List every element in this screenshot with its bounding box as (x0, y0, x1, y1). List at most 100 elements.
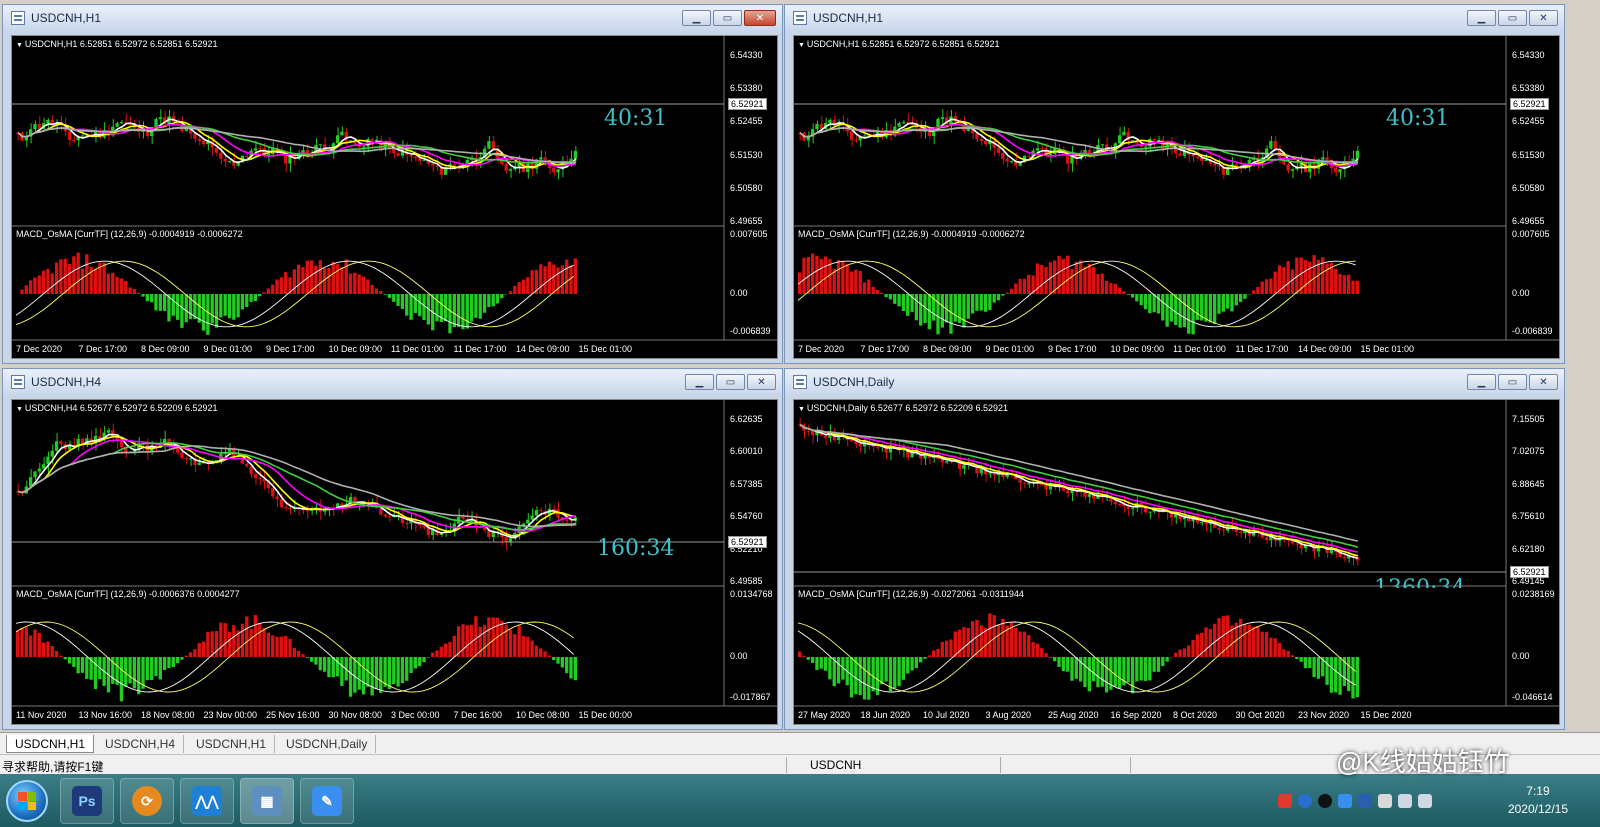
bar-countdown-timer: 160:34 (597, 536, 675, 561)
macd-bar (1247, 624, 1251, 657)
time-tick-label: 15 Dec 2020 (1360, 710, 1412, 720)
chart-window-icon (793, 11, 807, 25)
minimize-button[interactable]: ▁ (682, 10, 711, 26)
chart-area[interactable]: USDCNH,H1 6.52851 6.52972 6.52851 6.5292… (11, 35, 778, 359)
candle (266, 145, 271, 163)
macd-bar (180, 657, 184, 660)
candle (59, 440, 63, 448)
minimize-button[interactable]: ▁ (1467, 10, 1496, 26)
network-icon[interactable] (1398, 794, 1412, 808)
macd-bar (301, 654, 305, 657)
macd-bar (910, 657, 914, 671)
window-titlebar[interactable]: USDCNH,H1 ▁ ▭ ✕ (3, 5, 782, 31)
security-icon[interactable] (1338, 794, 1352, 808)
window-titlebar[interactable]: USDCNH,H4 ▁ ▭ ✕ (3, 369, 782, 395)
taskbar-clock[interactable]: 7:19 2020/12/15 (1508, 782, 1568, 818)
close-button[interactable]: ✕ (1529, 374, 1558, 390)
macd-bar (210, 631, 214, 657)
tab-chart-4[interactable]: USDCNH,Daily (278, 735, 377, 753)
taskbar-app-network[interactable]: ▦ (240, 778, 294, 824)
macd-bar (240, 623, 245, 657)
macd-bar (1083, 657, 1087, 688)
maximize-button[interactable]: ▭ (713, 10, 742, 26)
volume-icon[interactable] (1418, 794, 1432, 808)
macd-bar (1251, 290, 1256, 294)
macd-bar (854, 269, 858, 294)
macd-bar (102, 262, 106, 294)
candle (409, 514, 413, 530)
candle (815, 120, 819, 133)
maximize-button[interactable]: ▭ (716, 374, 745, 390)
input-method-icon[interactable] (1278, 794, 1292, 808)
minimize-button[interactable]: ▁ (685, 374, 714, 390)
macd-bar (76, 252, 80, 294)
macd-bar (400, 294, 405, 309)
help-icon[interactable] (1298, 794, 1312, 808)
macd-bar (1148, 294, 1152, 314)
macd-bar (1083, 266, 1087, 294)
window-titlebar[interactable]: USDCNH,H1 ▁ ▭ ✕ (785, 5, 1564, 31)
qq-icon[interactable] (1318, 794, 1332, 808)
macd-bar (275, 636, 279, 657)
tab-chart-2[interactable]: USDCNH,H4 (97, 735, 185, 753)
candle (16, 483, 20, 497)
watermark-text: @K线姑姑钰竹 (1336, 747, 1510, 777)
window-titlebar[interactable]: USDCNH,Daily ▁ ▭ ✕ (785, 369, 1564, 395)
maximize-button[interactable]: ▭ (1498, 10, 1527, 26)
taskbar-app-photoshop[interactable]: Ps (60, 778, 114, 824)
macd-bar (1061, 657, 1066, 672)
close-button[interactable]: ✕ (747, 374, 776, 390)
maximize-button[interactable]: ▭ (1498, 374, 1527, 390)
macd-indicator-label: MACD_OsMA [CurrTF] (12,26,9) -0.0004919 … (798, 229, 1025, 239)
candle (98, 127, 102, 140)
macd-bar (1057, 255, 1061, 294)
macd-bar (72, 657, 76, 667)
macd-bar (1027, 274, 1031, 294)
price-tick-label: 6.49655 (1512, 216, 1545, 226)
price-tick-label: 6.62635 (730, 414, 763, 424)
chart-area[interactable]: USDCNH,H1 6.52851 6.52972 6.52851 6.5292… (793, 35, 1560, 359)
macd-bar (76, 657, 80, 674)
shield-icon[interactable] (1358, 794, 1372, 808)
candle (89, 430, 93, 448)
macd-bar (1277, 643, 1282, 657)
macd-bar (526, 277, 530, 294)
candle (383, 512, 387, 519)
macd-bar (1048, 657, 1053, 658)
macd-bar (845, 264, 849, 294)
close-button[interactable]: ✕ (1529, 10, 1558, 26)
macd-bar (547, 655, 552, 657)
close-button[interactable]: ✕ (744, 10, 776, 26)
price-tick-label: 6.52455 (730, 116, 763, 127)
taskbar-app-metatrader[interactable]: ⟳ (120, 778, 174, 824)
taskbar-app-notes[interactable]: ✎ (300, 778, 354, 824)
start-button[interactable] (6, 780, 48, 822)
macd-bar (823, 256, 828, 294)
chart-window-2[interactable]: USDCNH,H1 ▁ ▭ ✕ USDCNH,H1 6.52851 6.5297… (784, 4, 1565, 364)
symbol-info: USDCNH,Daily 6.52677 6.52972 6.52209 6.5… (798, 403, 1008, 413)
macd-bar (1308, 261, 1312, 294)
flag-icon[interactable] (1378, 794, 1392, 808)
macd-bar (1187, 294, 1191, 334)
tab-chart-3[interactable]: USDCNH,H1 (188, 735, 276, 753)
macd-bar (383, 657, 387, 687)
chart-window-1[interactable]: USDCNH,H1 ▁ ▭ ✕ USDCNH,H1 6.52851 6.5297… (2, 4, 783, 364)
time-tick-label: 30 Nov 08:00 (328, 710, 383, 720)
candle (1204, 516, 1208, 532)
macd-bar (966, 294, 970, 319)
macd-bar (132, 289, 137, 294)
taskbar-app-cloud[interactable]: ⋀⋀ (180, 778, 234, 824)
macd-bar (521, 279, 526, 294)
chart-window-3[interactable]: USDCNH,H4 ▁ ▭ ✕ USDCNH,H4 6.52677 6.5297… (2, 368, 783, 730)
macd-bar (340, 657, 344, 686)
minimize-button[interactable]: ▁ (1467, 374, 1496, 390)
macd-bar (214, 630, 219, 657)
time-tick-label: 15 Dec 01:00 (1360, 344, 1415, 354)
chart-area[interactable]: USDCNH,Daily 6.52677 6.52972 6.52209 6.5… (793, 399, 1560, 725)
chart-area[interactable]: USDCNH,H4 6.52677 6.52972 6.52209 6.5292… (11, 399, 778, 725)
tab-chart-1[interactable]: USDCNH,H1 (6, 735, 95, 753)
candle (944, 110, 949, 127)
macd-bar (80, 268, 85, 294)
chart-window-4[interactable]: USDCNH,Daily ▁ ▭ ✕ USDCNH,Daily 6.52677 … (784, 368, 1565, 730)
macd-bar (223, 623, 227, 657)
